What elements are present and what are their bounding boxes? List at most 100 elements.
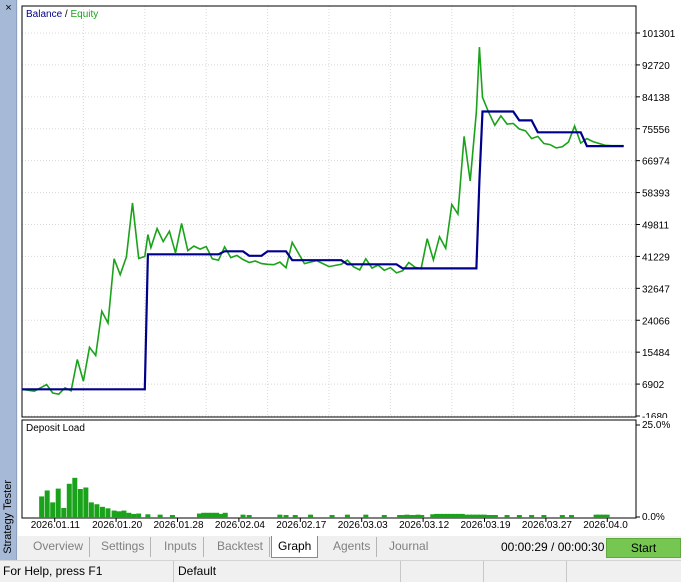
equity-line bbox=[21, 47, 624, 395]
y-tick-label: 32647 bbox=[642, 284, 670, 295]
load-bar bbox=[329, 515, 335, 518]
x-tick-label: 2026.03.19 bbox=[461, 520, 511, 531]
close-icon[interactable]: × bbox=[3, 3, 14, 14]
y-tick-label: 15484 bbox=[642, 348, 670, 359]
load-bar bbox=[218, 513, 224, 518]
legend-equity: Equity bbox=[70, 9, 98, 20]
x-tick-label: 2026.01.20 bbox=[92, 520, 142, 531]
load-bar bbox=[126, 512, 132, 518]
x-tick-label: 2026.02.04 bbox=[215, 520, 265, 531]
load-bar bbox=[283, 515, 289, 518]
graph-panel: 101301 92720 84138 75556 66974 58393 49811 4122… bbox=[18, 0, 681, 536]
load-bar bbox=[94, 504, 100, 518]
load-bar bbox=[121, 510, 127, 518]
x-tick-label: 2026.03.12 bbox=[399, 520, 449, 531]
load-bar bbox=[111, 510, 117, 518]
load-bar bbox=[116, 511, 122, 518]
load-bar bbox=[569, 515, 575, 518]
load-bar bbox=[559, 515, 565, 518]
load-bar bbox=[201, 512, 207, 518]
legend-separator: / bbox=[62, 9, 70, 20]
load-bar bbox=[66, 483, 72, 518]
status-profile: Default bbox=[175, 561, 401, 582]
load-bar bbox=[205, 512, 211, 518]
deposit-load-chart: Deposit Load 25.0% 0.0% 2026.01.11 2026.01.2… bbox=[21, 419, 670, 531]
start-button[interactable]: Start bbox=[606, 538, 681, 558]
load-bar bbox=[381, 515, 387, 518]
y-tick-label: 24066 bbox=[642, 316, 670, 327]
load-bar bbox=[136, 513, 142, 518]
y-tick-label: 41229 bbox=[642, 252, 670, 263]
legend-balance: Balance bbox=[26, 9, 63, 20]
load-bar bbox=[604, 514, 610, 518]
load-bar bbox=[145, 514, 151, 518]
load-bar bbox=[516, 515, 522, 518]
load-bar bbox=[277, 514, 283, 518]
y-tick-label: 49811 bbox=[642, 221, 670, 232]
chart-legend: Balance / Equity bbox=[26, 9, 98, 20]
load-bar bbox=[246, 515, 252, 518]
tab-backtest[interactable]: Backtest bbox=[211, 537, 271, 557]
x-tick-label: 2026.04.0 bbox=[583, 520, 628, 531]
tab-graph[interactable]: Graph bbox=[271, 536, 319, 558]
load-bar bbox=[44, 490, 50, 518]
x-tick-label: 2026.01.11 bbox=[31, 520, 81, 531]
x-tick-label: 2026.01.28 bbox=[154, 520, 204, 531]
load-y-tick-label: 0.0% bbox=[642, 512, 665, 523]
load-bar bbox=[308, 514, 314, 518]
load-bar bbox=[292, 515, 298, 518]
balance-line bbox=[22, 110, 624, 391]
load-bar bbox=[529, 515, 535, 518]
tab-settings[interactable]: Settings bbox=[95, 537, 152, 557]
x-tick-label: 2026.03.03 bbox=[338, 520, 388, 531]
y-tick-label: 92720 bbox=[642, 61, 670, 72]
load-bar bbox=[157, 514, 163, 518]
load-bar bbox=[105, 508, 111, 518]
load-bar bbox=[344, 514, 350, 518]
load-bar bbox=[61, 507, 67, 518]
load-bar bbox=[214, 512, 220, 518]
tester-tab-bar: Overview Settings Inputs Backtest Graph … bbox=[18, 536, 681, 560]
y-tick-label: 75556 bbox=[642, 125, 670, 136]
load-bar bbox=[492, 515, 498, 518]
load-bar bbox=[169, 515, 175, 518]
balance-equity-chart: 101301 92720 84138 75556 66974 58393 49811 4122… bbox=[21, 5, 676, 418]
load-bar bbox=[99, 506, 105, 518]
tab-overview[interactable]: Overview bbox=[27, 537, 91, 557]
y-tick-label: 58393 bbox=[642, 189, 670, 200]
load-bar bbox=[39, 496, 45, 518]
status-cell-empty-1 bbox=[402, 561, 484, 582]
load-bar bbox=[363, 514, 369, 518]
x-tick-label: 2026.03.27 bbox=[522, 520, 572, 531]
load-bar bbox=[50, 502, 56, 518]
load-bar bbox=[209, 512, 215, 518]
x-tick-label: 2026.02.17 bbox=[276, 520, 326, 531]
status-bar: For Help, press F1 Default bbox=[0, 560, 681, 582]
tab-journal[interactable]: Journal bbox=[383, 537, 434, 557]
plot-frame bbox=[21, 5, 637, 418]
load-bar bbox=[504, 515, 510, 518]
load-bar bbox=[88, 502, 94, 518]
status-cell-empty-2 bbox=[485, 561, 567, 582]
tab-agents[interactable]: Agents bbox=[327, 537, 378, 557]
load-bar bbox=[419, 515, 425, 518]
load-plot-frame bbox=[21, 419, 637, 519]
load-y-tick-label: 25.0% bbox=[642, 420, 670, 431]
y-tick-label: 101301 bbox=[642, 29, 676, 40]
strategy-tester-sidebar: × Strategy Tester bbox=[0, 0, 17, 560]
y-tick-label: 66974 bbox=[642, 157, 670, 168]
tab-inputs[interactable]: Inputs bbox=[158, 537, 204, 557]
load-bar bbox=[83, 487, 89, 518]
load-bar bbox=[541, 515, 547, 518]
load-bar bbox=[72, 477, 78, 518]
deposit-load-title: Deposit Load bbox=[26, 423, 85, 434]
load-bar bbox=[222, 512, 228, 518]
y-tick-label: 84138 bbox=[642, 93, 670, 104]
status-cell-empty-3 bbox=[568, 561, 681, 582]
load-bar bbox=[196, 513, 202, 518]
load-bar bbox=[131, 513, 137, 518]
load-bar bbox=[55, 488, 61, 518]
window-vertical-title: Strategy Tester bbox=[2, 480, 14, 554]
load-bar bbox=[240, 514, 246, 518]
test-timer: 00:00:29 / 00:00:30 bbox=[501, 540, 605, 554]
